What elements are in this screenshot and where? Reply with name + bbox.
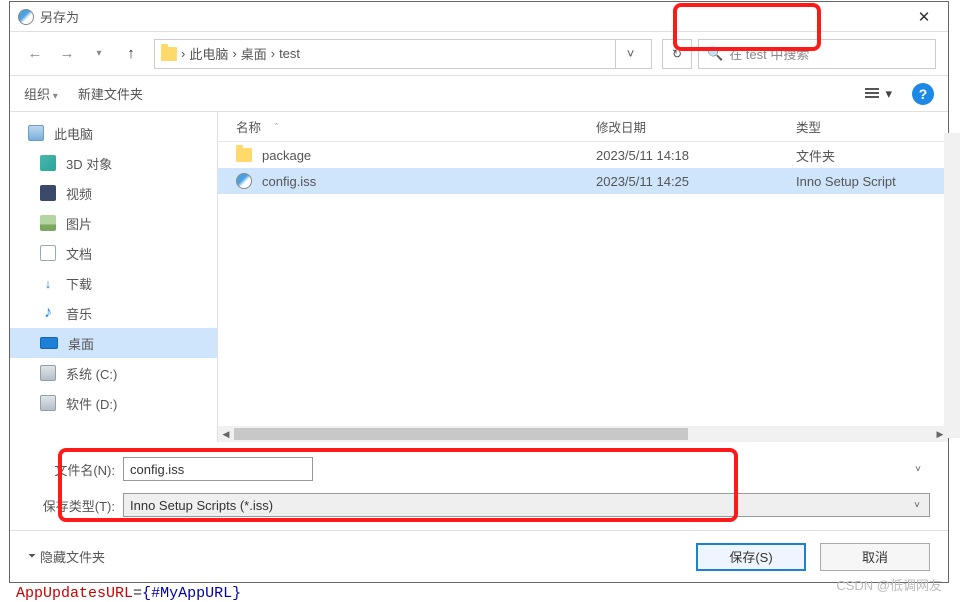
scroll-left-arrow[interactable]: ◀	[218, 426, 234, 442]
breadcrumb[interactable]: › 此电脑 › 桌面 › test ˅	[154, 39, 652, 69]
film-icon	[40, 185, 56, 201]
doc-icon	[40, 245, 56, 261]
cube-icon	[40, 155, 56, 171]
organize-menu[interactable]: 组织	[24, 84, 58, 103]
file-list-area: 名称ˆ 修改日期 类型 package 2023/5/11 14:18文件夹 con…	[218, 112, 948, 442]
breadcrumb-sep: ›	[271, 46, 275, 61]
column-date[interactable]: 修改日期	[596, 117, 796, 136]
sidebar-item-label: 3D 对象	[66, 154, 112, 173]
file-date: 2023/5/11 14:25	[596, 174, 796, 189]
filename-dropdown[interactable]: ˅	[908, 457, 928, 481]
column-headers: 名称ˆ 修改日期 类型	[218, 112, 948, 142]
save-as-dialog: 另存为 ✕ ← → ▾ ↑ › 此电脑 › 桌面 › test ˅ ↻ 🔍 在 …	[9, 1, 949, 583]
file-name: config.iss	[262, 174, 316, 189]
filetype-dropdown-arrow: ˅	[907, 494, 927, 516]
scroll-thumb[interactable]	[234, 428, 688, 440]
sidebar-item-label: 文档	[66, 244, 92, 263]
nav-row: ← → ▾ ↑ › 此电脑 › 桌面 › test ˅ ↻ 🔍 在 test 中…	[10, 32, 948, 76]
sidebar-item-5[interactable]: ↓ 下载	[10, 268, 217, 298]
filetype-value: Inno Setup Scripts (*.iss)	[130, 498, 273, 513]
filetype-select[interactable]: Inno Setup Scripts (*.iss) ˅	[123, 493, 930, 517]
save-button[interactable]: 保存(S)	[696, 543, 806, 571]
pc-icon	[28, 125, 44, 141]
sidebar-item-label: 音乐	[66, 304, 92, 323]
sidebar-item-2[interactable]: 视频	[10, 178, 217, 208]
refresh-button[interactable]: ↻	[662, 39, 692, 69]
sidebar-item-label: 图片	[66, 214, 92, 233]
sidebar-item-label: 软件 (D:)	[66, 394, 117, 413]
file-name: package	[262, 148, 311, 163]
view-icon	[865, 88, 879, 100]
view-menu[interactable]: ▾	[865, 86, 892, 102]
sidebar-item-8[interactable]: 系统 (C:)	[10, 358, 217, 388]
filename-label: 文件名(N):	[28, 460, 123, 479]
folder-icon	[161, 47, 177, 61]
dl-icon: ↓	[40, 275, 56, 291]
recent-dropdown[interactable]: ▾	[86, 41, 112, 67]
sidebar-item-4[interactable]: 文档	[10, 238, 217, 268]
breadcrumb-root[interactable]: 此电脑	[189, 44, 228, 63]
pic-icon	[40, 215, 56, 231]
sidebar-item-0[interactable]: 此电脑	[10, 118, 217, 148]
search-icon: 🔍	[707, 46, 723, 62]
sidebar-item-label: 桌面	[68, 334, 94, 353]
desk-icon	[40, 337, 58, 349]
sidebar-item-label: 视频	[66, 184, 92, 203]
column-type[interactable]: 类型	[796, 117, 948, 136]
file-row[interactable]: package 2023/5/11 14:18文件夹	[218, 142, 948, 168]
disk-icon	[40, 395, 56, 411]
up-button[interactable]: ↑	[118, 41, 144, 67]
file-type: Inno Setup Script	[796, 174, 948, 189]
sidebar-item-label: 系统 (C:)	[66, 364, 117, 383]
sidebar-item-1[interactable]: 3D 对象	[10, 148, 217, 178]
hide-folders-toggle[interactable]: ⏷隐藏文件夹	[28, 547, 105, 566]
filename-input[interactable]	[123, 457, 313, 481]
column-name[interactable]: 名称ˆ	[236, 117, 596, 136]
back-button[interactable]: ←	[22, 41, 48, 67]
music-icon: ♪	[40, 305, 56, 321]
new-folder-button[interactable]: 新建文件夹	[78, 84, 143, 103]
forward-button[interactable]: →	[54, 41, 80, 67]
sidebar-item-label: 此电脑	[54, 124, 93, 143]
iss-file-icon	[236, 173, 252, 189]
search-placeholder: 在 test 中搜索	[729, 44, 809, 63]
disk-icon	[40, 365, 56, 381]
breadcrumb-sep: ›	[181, 46, 185, 61]
close-button[interactable]: ✕	[902, 2, 946, 31]
filetype-label: 保存类型(T):	[28, 496, 123, 515]
file-row[interactable]: config.iss 2023/5/11 14:25Inno Setup Scri…	[218, 168, 948, 194]
chevron-down-icon: ⏷	[28, 551, 36, 562]
save-form: 文件名(N): ˅ 保存类型(T): Inno Setup Scripts (*…	[10, 442, 948, 530]
breadcrumb-folder[interactable]: 桌面	[241, 44, 267, 63]
dialog-body: 此电脑 3D 对象视频图片文档 ↓ 下载 ♪ 音乐桌面系统 (C:) 软件 (D:) 名称ˆ…	[10, 112, 948, 442]
file-type: 文件夹	[796, 146, 948, 165]
sidebar-item-3[interactable]: 图片	[10, 208, 217, 238]
breadcrumb-dropdown[interactable]: ˅	[615, 40, 645, 68]
toolbar: 组织 新建文件夹 ▾ ?	[10, 76, 948, 112]
folder-icon	[236, 148, 252, 162]
app-icon	[18, 9, 34, 25]
breadcrumb-current[interactable]: test	[279, 46, 300, 61]
titlebar: 另存为 ✕	[10, 2, 948, 32]
dialog-title: 另存为	[40, 7, 902, 26]
dialog-footer: ⏷隐藏文件夹 保存(S) 取消	[10, 530, 948, 582]
breadcrumb-sep: ›	[232, 46, 236, 61]
sidebar-item-9[interactable]: 软件 (D:)	[10, 388, 217, 418]
cancel-button[interactable]: 取消	[820, 543, 930, 571]
sidebar-item-6[interactable]: ♪ 音乐	[10, 298, 217, 328]
background-code: AppUpdatesURL={#MyAppURL}	[16, 585, 241, 602]
help-button[interactable]: ?	[912, 83, 934, 105]
search-input[interactable]: 🔍 在 test 中搜索	[698, 39, 936, 69]
sidebar-item-label: 下载	[66, 274, 92, 293]
sort-indicator: ˆ	[275, 122, 278, 132]
file-date: 2023/5/11 14:18	[596, 148, 796, 163]
horizontal-scrollbar[interactable]: ◀ ▶	[218, 426, 948, 442]
watermark: CSDN @低调网友	[836, 575, 942, 594]
sidebar-item-7[interactable]: 桌面	[10, 328, 217, 358]
sidebar-scrollbar[interactable]	[944, 133, 960, 438]
sidebar: 此电脑 3D 对象视频图片文档 ↓ 下载 ♪ 音乐桌面系统 (C:) 软件 (D:)	[10, 112, 218, 442]
